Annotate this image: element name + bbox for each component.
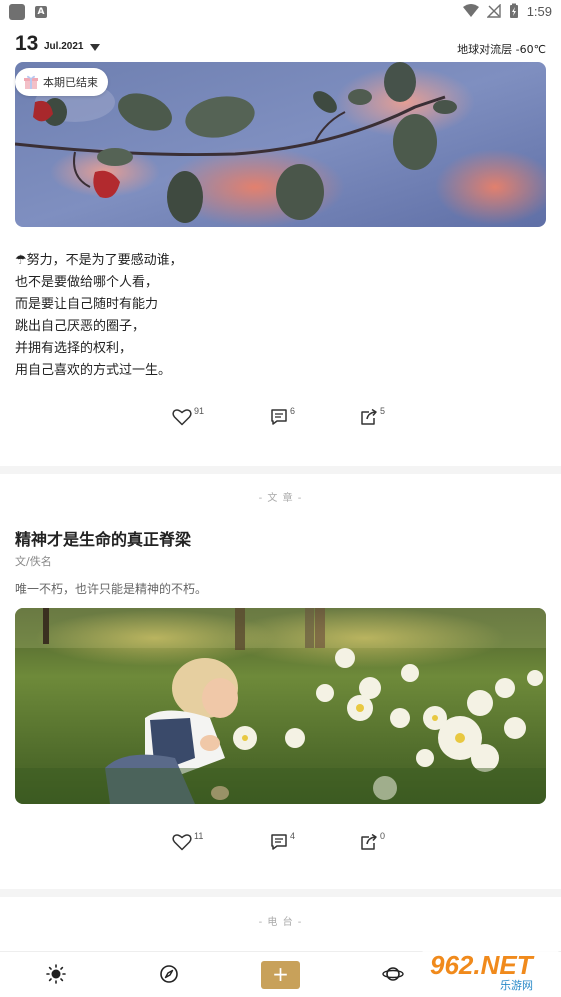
- quote-line: 用自己喜欢的方式过一生。: [15, 363, 172, 378]
- quote-line: ☂努力，不是为了要感动谁，: [15, 253, 183, 268]
- quote-text: ☂努力，不是为了要感动谁， 也不是要做给哪个人看， 而是要让自己随时有能力 跳出…: [15, 250, 535, 382]
- daily-quote-card: 本期已结束 ☂努力，不是为了要感动谁， 也不是要做给哪个人看， 而是要让自己随时…: [0, 62, 561, 466]
- heart-icon: [172, 409, 192, 426]
- comment-button[interactable]: 4: [270, 831, 296, 851]
- quote-line: 而是要让自己随时有能力: [15, 297, 159, 312]
- a-icon: A: [35, 6, 47, 18]
- compass-icon: [160, 965, 178, 983]
- date-month-year[interactable]: Jul.2021: [44, 41, 83, 52]
- comment-count: 6: [290, 406, 296, 416]
- date-header: 13 Jul.2021 地球对流层 -60℃: [0, 24, 561, 64]
- like-count: 91: [194, 406, 205, 416]
- share-count: 5: [380, 406, 386, 416]
- radio-card[interactable]: - 电 台 -: [0, 897, 561, 951]
- share-icon: [361, 408, 377, 425]
- action-bar: 91 6 5: [0, 406, 561, 438]
- sun-icon: [46, 964, 66, 984]
- quote-line: 并拥有选择的权利，: [15, 341, 133, 356]
- article-image[interactable]: [15, 608, 546, 804]
- weather-text: 地球对流层 -60℃: [457, 43, 546, 56]
- section-label-article: - 文 章 -: [258, 493, 303, 504]
- comment-button[interactable]: 6: [270, 406, 296, 426]
- badge-label: 本期已结束: [43, 76, 98, 89]
- like-button[interactable]: 11: [172, 831, 204, 851]
- clock: 1:59: [526, 3, 552, 19]
- section-label-radio: - 电 台 -: [258, 917, 303, 928]
- article-card[interactable]: - 文 章 - 精神才是生命的真正脊梁 文/佚名 唯一不朽，也许只能是精神的不朽…: [0, 474, 561, 889]
- nav-discover[interactable]: [159, 964, 179, 988]
- quote-line: 也不是要做给哪个人看，: [15, 275, 159, 290]
- heart-icon: [172, 834, 192, 851]
- battery-charging-icon: [509, 3, 518, 18]
- share-count: 0: [380, 831, 386, 841]
- like-button[interactable]: 91: [172, 406, 205, 426]
- plus-button[interactable]: +: [261, 961, 300, 989]
- child-flowers-photo: [15, 608, 546, 804]
- gift-icon: [24, 75, 38, 89]
- date-day[interactable]: 13: [15, 32, 38, 56]
- signal-icon: [486, 4, 501, 18]
- article-excerpt: 唯一不朽，也许只能是精神的不朽。: [15, 582, 208, 596]
- watermark-sub: 乐游网: [500, 979, 533, 992]
- watermark-text: 962.NET: [430, 950, 535, 980]
- status-badge: 本期已结束: [15, 68, 108, 96]
- comment-icon: [271, 834, 287, 850]
- comment-count: 4: [290, 831, 296, 841]
- nav-me[interactable]: [382, 964, 404, 988]
- article-author: 文/佚名: [15, 555, 52, 568]
- nav-today[interactable]: [46, 964, 66, 988]
- status-bar: A 1:59: [0, 0, 561, 24]
- article-title[interactable]: 精神才是生命的真正脊梁: [15, 526, 191, 550]
- share-button[interactable]: 0: [360, 831, 386, 851]
- share-icon: [361, 833, 377, 850]
- quote-line: 跳出自己厌恶的圈子，: [15, 319, 146, 334]
- comment-icon: [271, 409, 287, 425]
- app-icon: [9, 4, 25, 20]
- action-bar: 11 4 0: [0, 831, 561, 863]
- caret-down-icon[interactable]: [90, 44, 100, 52]
- share-button[interactable]: 5: [360, 406, 386, 426]
- like-count: 11: [194, 831, 204, 841]
- wifi-icon: [462, 4, 479, 17]
- planet-icon: [382, 967, 404, 981]
- watermark-logo: 962.NET 乐游网: [422, 946, 559, 994]
